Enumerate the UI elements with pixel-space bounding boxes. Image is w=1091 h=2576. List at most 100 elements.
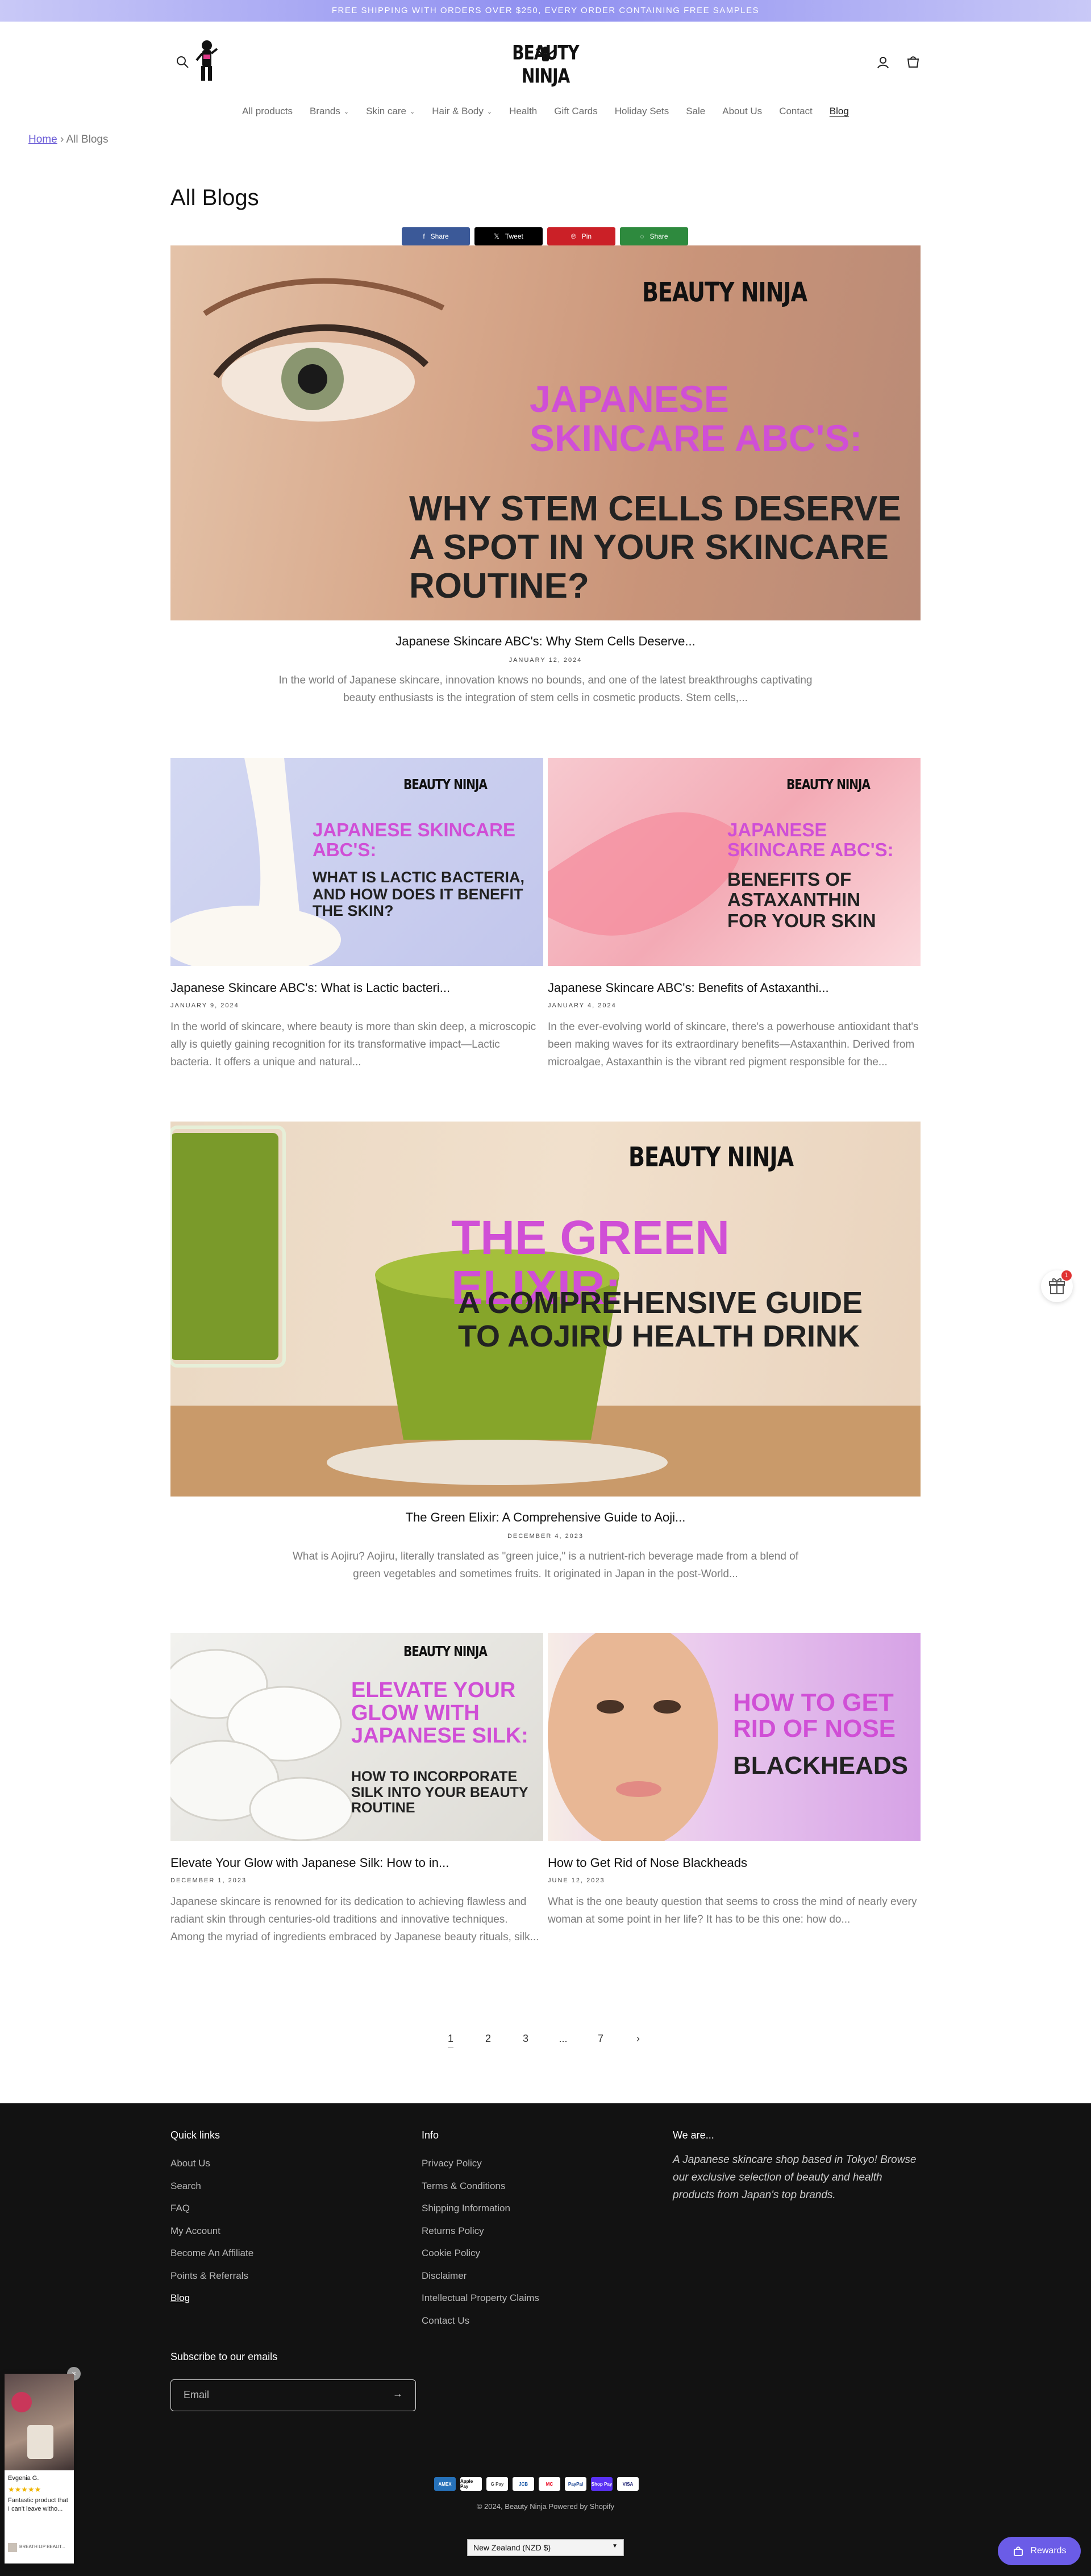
main-nav: All products Brands ⌄ Skin care ⌄ Hair & Body… xyxy=(0,103,1091,119)
article-title[interactable]: Elevate Your Glow with Japanese Silk: Ho… xyxy=(170,1856,543,1870)
article-image-lactic-bacteria[interactable]: BEAUTY NINJA JAPANESE SKINCARE ABC'S: WH… xyxy=(170,758,543,966)
info-title: Info xyxy=(422,2129,439,2141)
footer-link-intellectual-property-claims[interactable]: Intellectual Property Claims xyxy=(422,2292,539,2304)
article-excerpt: What is the one beauty question that see… xyxy=(548,1896,917,1925)
ninja-mascot-icon xyxy=(195,40,218,81)
nav-item-all-products[interactable]: All products xyxy=(234,103,301,119)
milk-splash-illustration xyxy=(170,758,341,966)
article-image-headline: JAPANESE SKINCARE ABC'S: xyxy=(530,378,863,460)
rewards-button[interactable]: Rewards xyxy=(998,2537,1081,2565)
country-selector[interactable]: New Zealand (NZD $) ▼ xyxy=(467,2539,624,2556)
article-excerpt: Japanese skincare is renowned for its de… xyxy=(170,1896,539,1943)
twitter-share-button[interactable]: 𝕏 Tweet xyxy=(474,227,543,245)
article-image-japanese-silk[interactable]: BEAUTY NINJA ELEVATE YOUR GLOW WITH JAPA… xyxy=(170,1633,543,1841)
nav-item-skin-care[interactable]: Skin care ⌄ xyxy=(357,103,423,119)
article-image-logo: BEAUTY NINJA xyxy=(786,776,871,793)
payment-apple-pay-icon: Apple Pay xyxy=(460,2477,482,2491)
nav-item-health[interactable]: Health xyxy=(501,103,546,119)
nav-item-label: Hair & Body xyxy=(432,106,484,116)
article-image-headline: ELEVATE YOUR GLOW WITH JAPANESE SILK: xyxy=(351,1678,528,1748)
reviewer-name: Evgenia G. xyxy=(8,2475,39,2482)
article-title[interactable]: The Green Elixir: A Comprehensive Guide … xyxy=(170,1510,921,1525)
rewards-label: Rewards xyxy=(1030,2546,1067,2556)
pagination: 1 2 3... 7 › xyxy=(432,2033,657,2045)
footer-link-returns-policy[interactable]: Returns Policy xyxy=(422,2225,484,2237)
footer-link-disclaimer[interactable]: Disclaimer xyxy=(422,2270,467,2282)
footer-link-blog[interactable]: Blog xyxy=(170,2292,190,2304)
account-icon[interactable] xyxy=(875,55,891,70)
cart-icon[interactable] xyxy=(905,53,922,70)
article-title[interactable]: How to Get Rid of Nose Blackheads xyxy=(548,1856,921,1870)
article-image-subline: WHAT IS LACTIC BACTERIA, AND HOW DOES IT… xyxy=(313,869,524,920)
nav-item-hair-body[interactable]: Hair & Body ⌄ xyxy=(423,103,501,119)
nav-item-gift-cards[interactable]: Gift Cards xyxy=(546,103,606,119)
footer-link-about-us[interactable]: About Us xyxy=(170,2158,210,2169)
article-excerpt: In the world of Japanese skincare, innov… xyxy=(278,674,813,704)
footer-link-privacy-policy[interactable]: Privacy Policy xyxy=(422,2158,482,2169)
facebook-share-label: Share xyxy=(430,232,449,240)
rewards-bag-icon xyxy=(1014,2546,1023,2556)
nav-item-label: Blog xyxy=(829,106,849,116)
article-image-logo: BEAUTY NINJA xyxy=(403,776,488,793)
pinterest-share-button[interactable]: ℗ Pin xyxy=(547,227,615,245)
nav-item-sale[interactable]: Sale xyxy=(677,103,714,119)
whatsapp-share-button[interactable]: ◌ Share xyxy=(620,227,688,245)
nav-item-about-us[interactable]: About Us xyxy=(714,103,771,119)
payment-g-pay-icon: G Pay xyxy=(486,2477,508,2491)
facebook-share-button[interactable]: f Share xyxy=(402,227,470,245)
footer-link-cookie-policy[interactable]: Cookie Policy xyxy=(422,2248,480,2259)
nav-item-contact[interactable]: Contact xyxy=(771,103,821,119)
nav-item-blog[interactable]: Blog xyxy=(821,103,857,119)
article-date: JANUARY 12, 2024 xyxy=(509,657,582,664)
candle-illustration xyxy=(11,2392,53,2459)
article-image-subline: BLACKHEADS xyxy=(733,1752,908,1779)
email-field[interactable]: Email → xyxy=(170,2379,416,2411)
payment-mc-icon: MC xyxy=(539,2477,560,2491)
arrow-right-icon[interactable]: → xyxy=(393,2388,403,2400)
article-image-nose-blackheads[interactable]: HOW TO GET RID OF NOSE BLACKHEADS xyxy=(548,1633,921,1841)
nav-item-holiday-sets[interactable]: Holiday Sets xyxy=(606,103,677,119)
footer-link-contact-us[interactable]: Contact Us xyxy=(422,2315,469,2327)
chevron-down-icon: ⌄ xyxy=(343,108,349,115)
footer-link-points-referrals[interactable]: Points & Referrals xyxy=(170,2270,248,2282)
article-title[interactable]: Japanese Skincare ABC's: Benefits of Ast… xyxy=(548,981,921,995)
breadcrumb-home-link[interactable]: Home xyxy=(28,134,57,145)
nav-item-brands[interactable]: Brands ⌄ xyxy=(301,103,357,119)
footer-link-faq[interactable]: FAQ xyxy=(170,2203,190,2214)
article-title[interactable]: Japanese Skincare ABC's: Why Stem Cells … xyxy=(170,634,921,649)
review-popup[interactable]: × Evgenia G. ★★★★★ Fantastic product tha… xyxy=(5,2367,81,2564)
pagination-item[interactable]: 1 xyxy=(432,2033,469,2045)
article-title[interactable]: Japanese Skincare ABC's: What is Lactic … xyxy=(170,981,543,995)
pagination-item[interactable]: 7 xyxy=(582,2033,619,2045)
article-image-stem-cells[interactable]: BEAUTY NINJA JAPANESE SKINCARE ABC'S: WH… xyxy=(170,245,921,620)
email-placeholder: Email xyxy=(184,2389,210,2400)
search-icon[interactable] xyxy=(175,55,190,69)
article-excerpt: In the ever-evolving world of skincare, … xyxy=(548,1021,919,1068)
site-logo[interactable]: BEAUTY NINJA xyxy=(500,41,591,88)
copyright: © 2024, Beauty Ninja Powered by Shopify xyxy=(476,2502,615,2511)
footer-link-shipping-information[interactable]: Shipping Information xyxy=(422,2203,510,2214)
article-image-aojiru[interactable]: BEAUTY NINJA THE GREEN ELIXIR: A COMPREH… xyxy=(170,1122,921,1497)
pagination-item[interactable]: 3 xyxy=(507,2033,544,2045)
article-image-logo: BEAUTY NINJA xyxy=(403,1643,488,1660)
article-image-logo: BEAUTY NINJA xyxy=(628,1141,794,1173)
footer-link-terms-conditions[interactable]: Terms & Conditions xyxy=(422,2181,505,2192)
gift-badge: 1 xyxy=(1061,1270,1072,1281)
footer-link-search[interactable]: Search xyxy=(170,2181,201,2192)
pagination-item[interactable]: 2 xyxy=(469,2033,507,2045)
article-image-subline: HOW TO INCORPORATE SILK INTO YOUR BEAUTY… xyxy=(351,1769,528,1816)
payment-amex-icon: AMEX xyxy=(434,2477,456,2491)
site-footer: Quick links About Us Search FAQ My Account B… xyxy=(0,2103,1091,2576)
footer-link-become-an-affiliate[interactable]: Become An Affiliate xyxy=(170,2248,253,2259)
gift-widget-button[interactable]: 1 xyxy=(1041,1270,1073,1302)
chevron-down-icon: ⌄ xyxy=(409,108,415,115)
x-icon: 𝕏 xyxy=(494,232,499,240)
article-image-subline: A COMPREHENSIVE GUIDE TO AOJIRU HEALTH D… xyxy=(458,1286,863,1354)
nav-item-label: About Us xyxy=(722,106,763,116)
article-date: DECEMBER 1, 2023 xyxy=(170,1877,247,1884)
article-image-astaxanthin[interactable]: BEAUTY NINJA JAPANESE SKINCARE ABC'S: BE… xyxy=(548,758,921,966)
pagination-next-icon[interactable]: › xyxy=(619,2033,657,2045)
share-bar: f Share 𝕏 Tweet ℗ Pin ◌ Share xyxy=(402,227,688,245)
footer-link-my-account[interactable]: My Account xyxy=(170,2225,220,2237)
article-date: JANUARY 4, 2024 xyxy=(548,1002,617,1009)
